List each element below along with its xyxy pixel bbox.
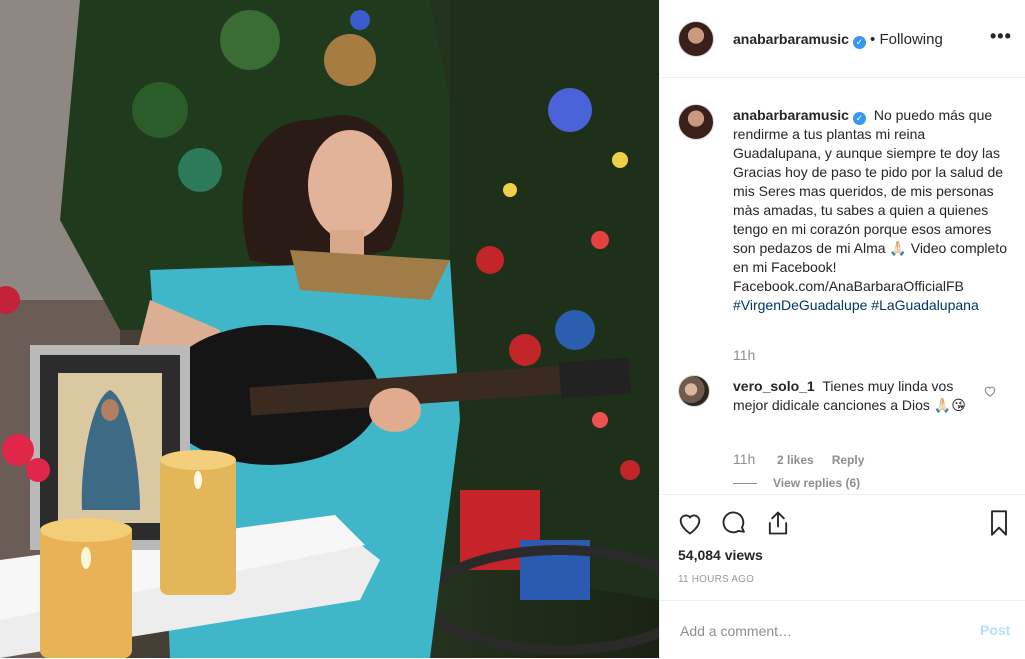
caption-text: No puedo más que rendirme a tus plantas …	[733, 107, 1007, 294]
hashtag-link[interactable]: #VirgenDeGuadalupe	[733, 297, 867, 313]
add-comment-bar: Post	[660, 600, 1025, 659]
comment-bubble-icon[interactable]	[720, 509, 748, 537]
post-timestamp[interactable]: 11 HOURS AGO	[678, 574, 754, 585]
hashtag-link[interactable]: #LaGuadalupana	[871, 297, 978, 313]
views-count[interactable]: 54,084 views	[678, 547, 763, 563]
share-icon[interactable]	[764, 509, 792, 537]
comment-likes-count[interactable]: 2 likes	[777, 451, 814, 470]
caption-username[interactable]: anabarbaramusic ✓	[733, 107, 866, 125]
reply-button[interactable]: Reply	[832, 451, 865, 470]
post-actions: 54,084 views 11 HOURS AGO	[660, 494, 1025, 600]
follow-separator: •	[870, 31, 876, 48]
post-caption: anabarbaramusic ✓ No puedo más que rendir…	[733, 106, 1008, 315]
verified-badge-icon: ✓	[852, 112, 866, 125]
verified-badge-icon: ✓	[852, 36, 866, 49]
save-bookmark-icon[interactable]	[985, 509, 1013, 537]
more-options-icon[interactable]: •••	[990, 26, 1012, 47]
commenter-avatar[interactable]	[678, 375, 710, 407]
author-avatar[interactable]	[678, 21, 714, 57]
comment-item: vero_solo_1 Tienes muy linda vos mejor d…	[733, 377, 983, 415]
comment-username[interactable]: vero_solo_1	[733, 378, 815, 394]
like-heart-icon[interactable]	[676, 509, 704, 537]
view-replies-line	[733, 483, 757, 485]
add-comment-input[interactable]	[678, 619, 962, 643]
caption-timestamp[interactable]: 11h	[733, 347, 755, 363]
post-header: anabarbaramusic ✓ • Following •••	[660, 0, 1025, 78]
author-username[interactable]: anabarbaramusic ✓	[733, 31, 866, 49]
caption-author-avatar[interactable]	[678, 104, 714, 140]
like-comment-heart-icon[interactable]	[983, 384, 997, 398]
comments-list[interactable]: anabarbaramusic ✓ No puedo más que rendir…	[660, 79, 1025, 494]
post-side-panel: anabarbaramusic ✓ • Following ••• anabarb…	[660, 0, 1025, 658]
comment-timestamp[interactable]: 11h	[733, 451, 777, 470]
post-comment-button[interactable]: Post	[980, 622, 1010, 638]
video-frame-illustration	[0, 0, 659, 658]
follow-status[interactable]: • Following	[870, 31, 943, 48]
view-replies-button[interactable]: View replies (6)	[733, 476, 860, 490]
view-replies-label: View replies (6)	[773, 476, 861, 490]
following-button[interactable]: Following	[879, 31, 942, 48]
post-video[interactable]	[0, 0, 659, 658]
comment-meta: 11h 2 likes Reply	[733, 451, 882, 470]
